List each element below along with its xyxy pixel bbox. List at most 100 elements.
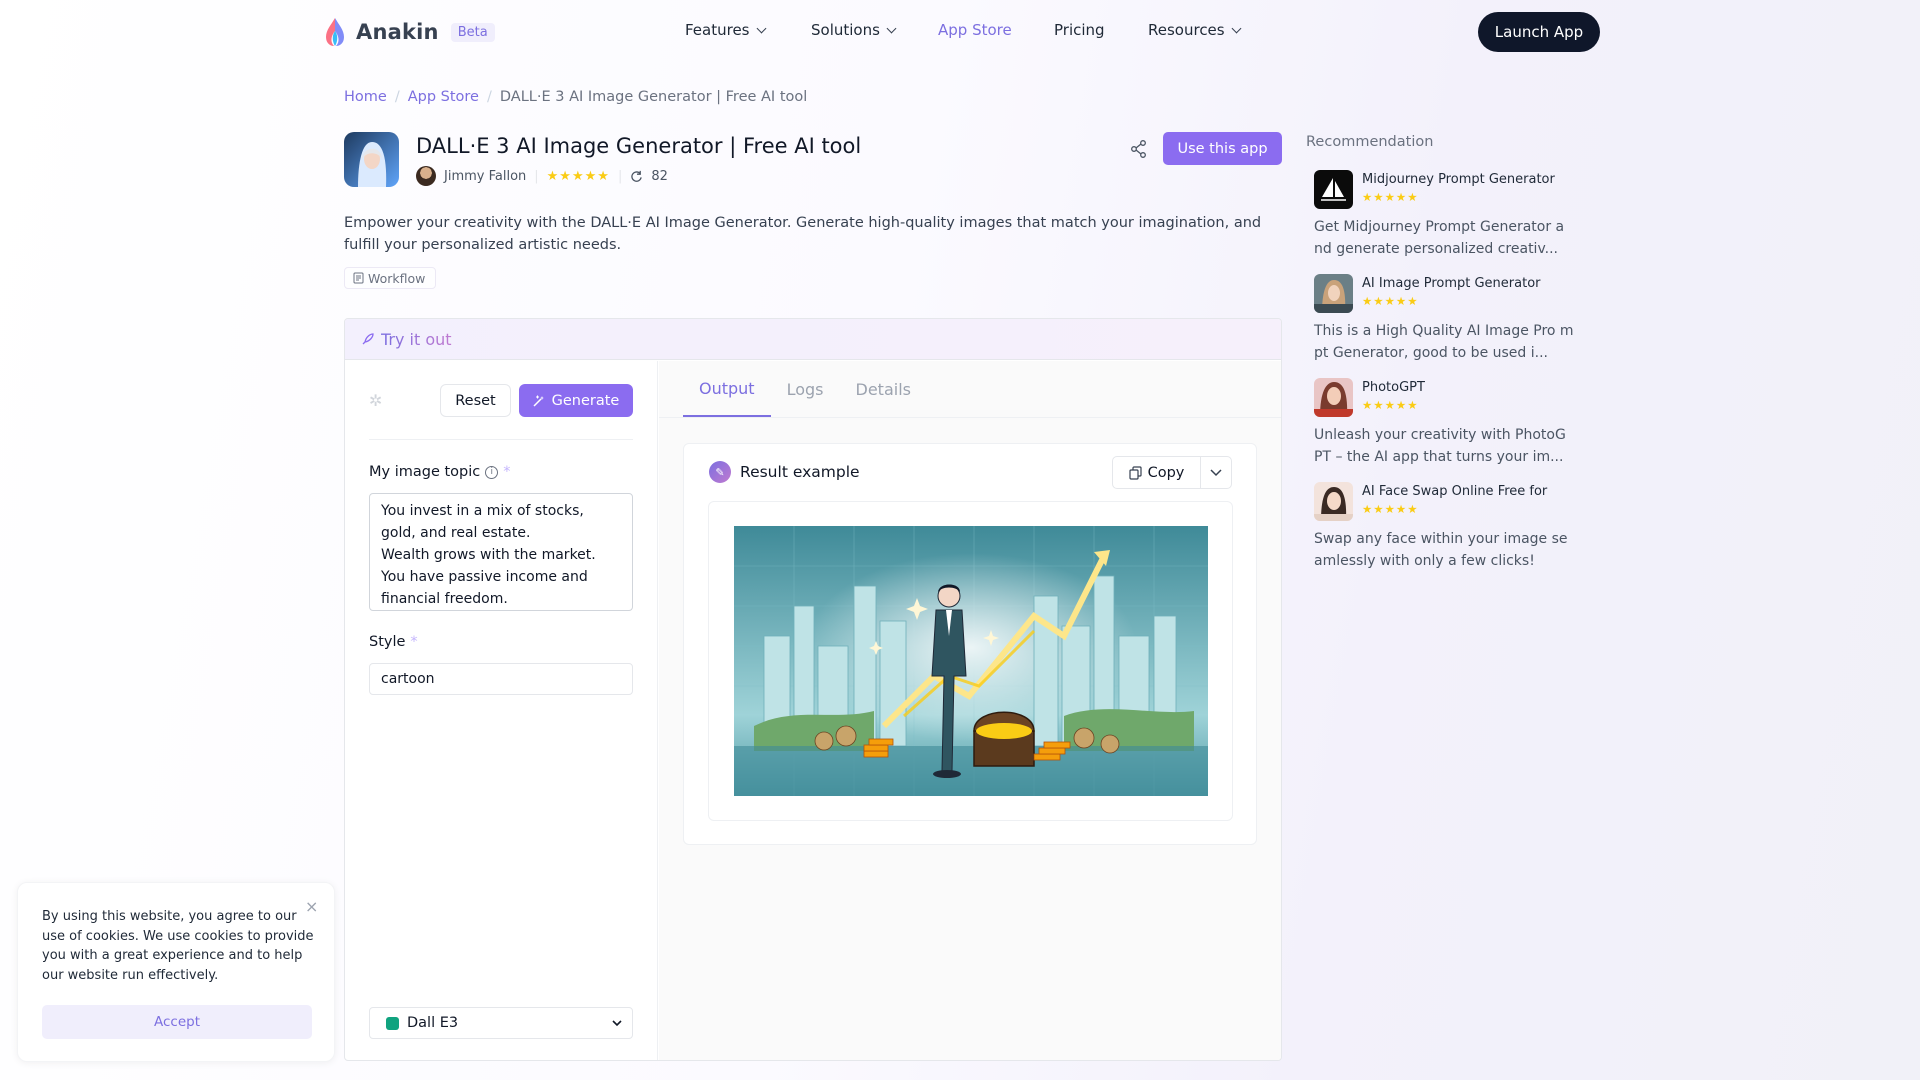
anakin-logo-icon (326, 18, 344, 46)
app-icon (344, 132, 399, 187)
output-tabs: Output Logs Details (683, 361, 927, 417)
tabs-divider (659, 417, 1281, 418)
nav-solutions-label: Solutions (811, 21, 880, 39)
image-frame (708, 501, 1233, 821)
use-this-app-button[interactable]: Use this app (1163, 132, 1282, 165)
author-avatar (416, 166, 436, 186)
breadcrumb-home[interactable]: Home (344, 89, 387, 105)
result-title: Result example (740, 463, 860, 481)
app-portrait-image (344, 132, 399, 187)
chevron-down-icon (612, 1019, 622, 1026)
copy-button-group: Copy (1112, 456, 1232, 489)
model-select[interactable]: Dall E3 (369, 1007, 633, 1039)
face-swap-thumbnail (1314, 482, 1353, 521)
main-nav: Features Solutions App Store Pricing Res… (685, 21, 1242, 39)
tab-details[interactable]: Details (840, 361, 927, 417)
style-label-text: Style (369, 634, 406, 650)
required-mark: * (410, 634, 418, 650)
tab-logs[interactable]: Logs (771, 361, 840, 417)
app-description: Empower your creativity with the DALL·E … (344, 215, 1262, 253)
refresh-icon (631, 170, 643, 182)
workflow-tag[interactable]: Workflow (344, 267, 437, 289)
topic-label-text: My image topic (369, 464, 481, 480)
breadcrumb-current: DALL·E 3 AI Image Generator | Free AI to… (499, 89, 808, 105)
generate-button[interactable]: Generate (519, 384, 633, 417)
chevron-down-icon (886, 23, 897, 33)
breadcrumb-separator: / (486, 89, 492, 105)
photogpt-thumbnail (1314, 378, 1353, 417)
result-card: ✎ Result example Copy (683, 443, 1257, 845)
nav-app-store-label: App Store (938, 21, 1012, 39)
result-icon: ✎ (709, 461, 731, 483)
topic-label: My image topic i * (369, 464, 511, 480)
cookie-banner: × By using this website, you agree to ou… (17, 882, 335, 1062)
image-topic-textarea[interactable]: You invest in a mix of stocks, gold, and… (369, 493, 633, 611)
model-select-value: Dall E3 (407, 1015, 459, 1031)
divider (369, 439, 633, 440)
copy-button[interactable]: Copy (1113, 457, 1201, 488)
ai-image-prompt-thumbnail (1314, 274, 1353, 313)
beta-badge: Beta (450, 22, 495, 42)
treasure-chest (973, 711, 1035, 767)
output-column: Output Logs Details ✎ Result example Cop… (659, 361, 1281, 1060)
chevron-down-icon (1210, 468, 1222, 476)
recommendation-name: Midjourney Prompt Generator (1362, 172, 1555, 187)
portrait-thumbnail (1314, 274, 1353, 313)
copy-dropdown-button[interactable] (1201, 457, 1231, 488)
rating-stars: ★★★★★ (546, 168, 610, 184)
usage-count: 82 (651, 168, 668, 184)
sparkle-icon[interactable]: ✲ (369, 391, 382, 410)
brand-name: Anakin (356, 20, 439, 44)
nav-features-label: Features (685, 21, 750, 39)
panel-title: Try it out (381, 329, 452, 349)
launch-app-button[interactable]: Launch App (1478, 12, 1600, 52)
recommendation-stars: ★★★★★ (1362, 398, 1419, 412)
app-title: DALL·E 3 AI Image Generator | Free AI to… (416, 134, 862, 158)
workflow-tag-label: Workflow (368, 270, 426, 286)
copy-button-label: Copy (1147, 464, 1185, 481)
reset-button[interactable]: Reset (440, 384, 511, 417)
openai-icon (386, 1016, 399, 1030)
portrait-thumbnail (1314, 482, 1353, 521)
share-icon[interactable] (1128, 138, 1150, 160)
recommendation-stars: ★★★★★ (1362, 190, 1419, 204)
portrait-thumbnail (1314, 378, 1353, 417)
rocket-icon (362, 333, 374, 345)
recommendation-title: Recommendation (1306, 134, 1434, 150)
brand-logo[interactable]: Anakin Beta (322, 16, 495, 48)
app-meta: Jimmy Fallon | ★★★★★ | 82 (416, 166, 668, 186)
style-label: Style * (369, 634, 418, 650)
try-it-out-panel: Try it out ✲ Reset Generate My image top… (344, 318, 1282, 1061)
meta-separator: | (617, 168, 623, 184)
panel-header: Try it out (345, 319, 1281, 360)
result-header: ✎ Result example (709, 461, 860, 483)
author-name[interactable]: Jimmy Fallon (444, 169, 526, 184)
magic-wand-icon (533, 395, 544, 407)
recommendation-stars: ★★★★★ (1362, 294, 1419, 308)
info-icon[interactable]: i (485, 465, 499, 479)
breadcrumb: Home / App Store / DALL·E 3 AI Image Gen… (344, 89, 807, 105)
generated-image[interactable] (734, 526, 1208, 796)
document-icon (353, 272, 364, 284)
recommendation-name: AI Face Swap Online Free for (1362, 484, 1548, 499)
recommendation-name: PhotoGPT (1362, 380, 1425, 395)
nav-features[interactable]: Features (685, 21, 811, 39)
cookie-text: By using this website, you agree to our … (42, 909, 314, 983)
nav-resources-label: Resources (1148, 21, 1225, 39)
accept-cookies-button[interactable]: Accept (42, 1005, 312, 1039)
chevron-down-icon (1231, 23, 1242, 33)
top-header: Anakin Beta Features Solutions App Store… (0, 0, 1920, 64)
nav-pricing-label: Pricing (1054, 21, 1105, 39)
sailboat-icon (1314, 170, 1353, 209)
nav-solutions[interactable]: Solutions (811, 21, 938, 39)
tab-output[interactable]: Output (683, 361, 771, 417)
nav-resources[interactable]: Resources (1148, 21, 1242, 39)
chevron-down-icon (756, 23, 766, 33)
recommendation-description: Unleash your creativity with PhotoG PT –… (1314, 427, 1566, 465)
style-input[interactable]: cartoon (369, 663, 633, 695)
nav-pricing[interactable]: Pricing (1054, 21, 1148, 39)
nav-app-store[interactable]: App Store (938, 21, 1054, 39)
breadcrumb-app-store[interactable]: App Store (408, 89, 479, 105)
recommendation-name: AI Image Prompt Generator (1362, 276, 1541, 291)
midjourney-thumbnail (1314, 170, 1353, 209)
